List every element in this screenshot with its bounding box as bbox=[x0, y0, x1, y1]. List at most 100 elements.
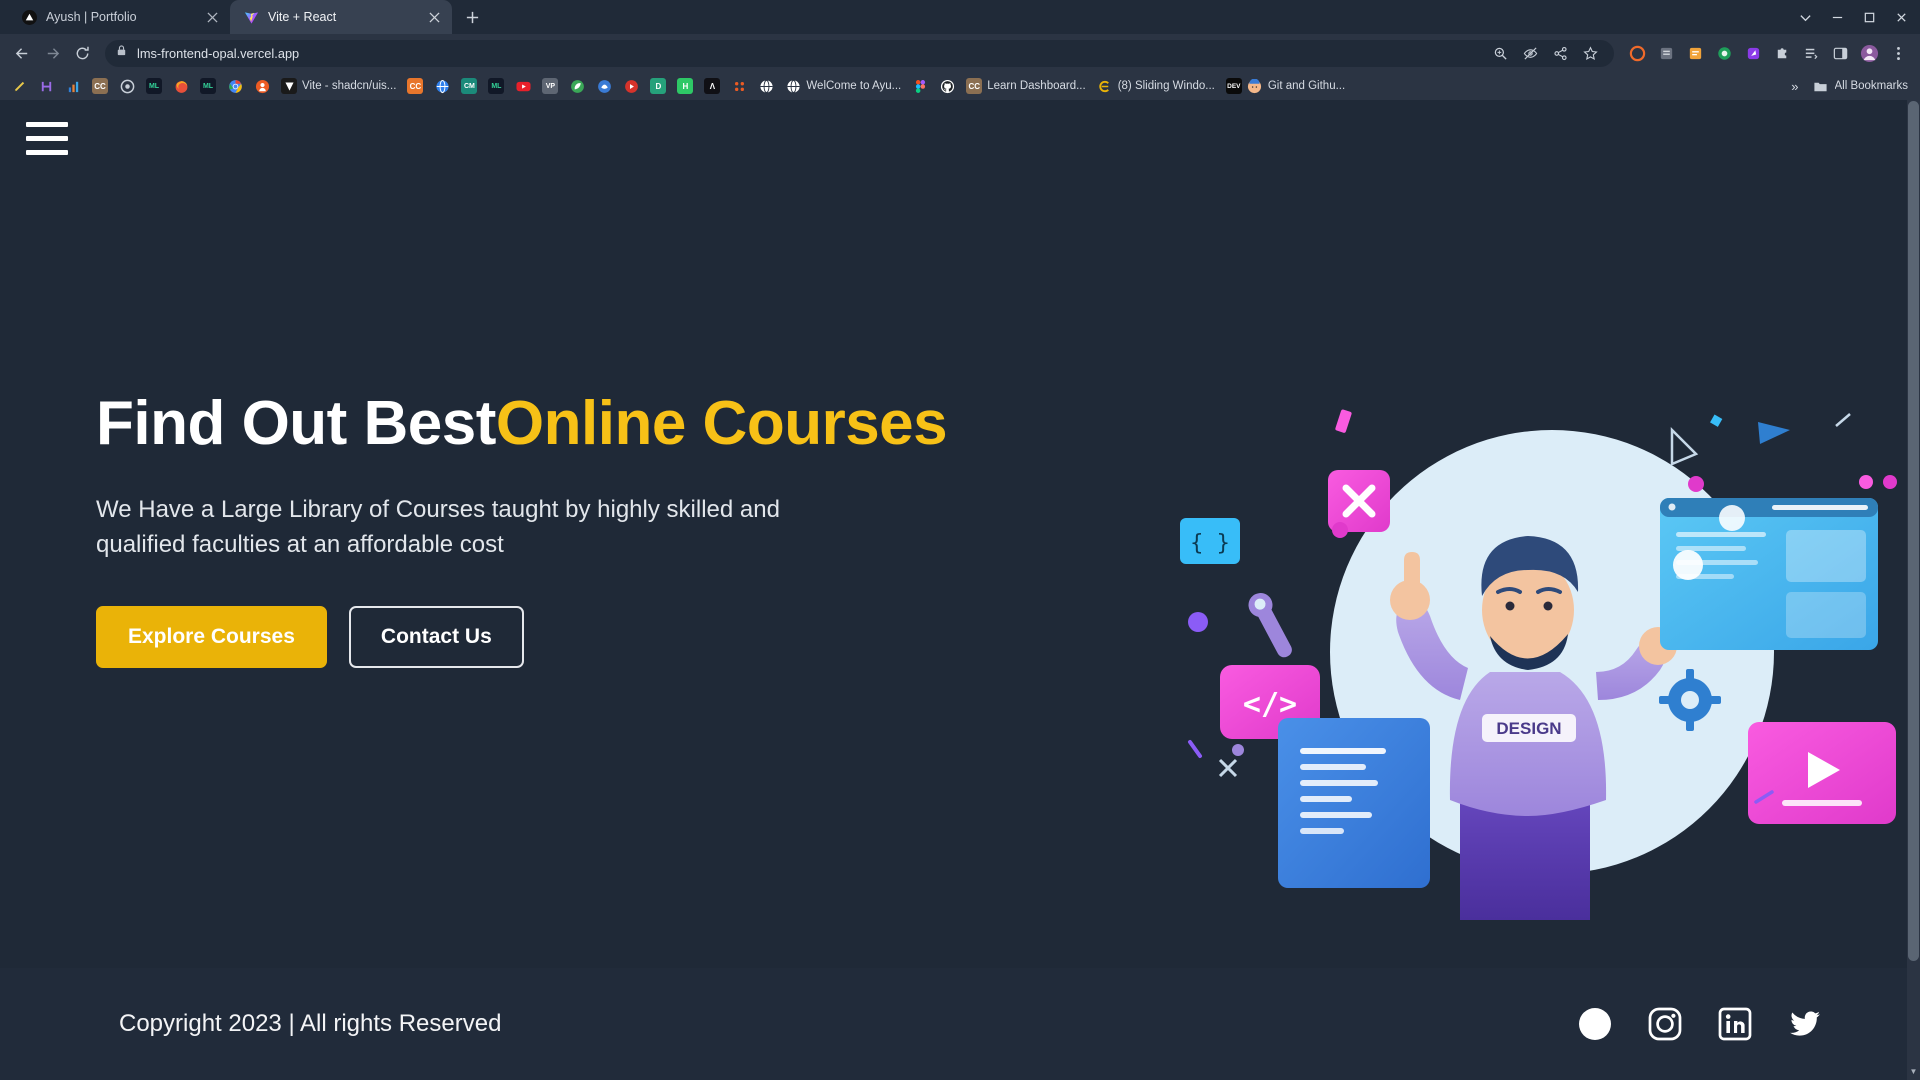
twitter-icon[interactable] bbox=[1786, 1005, 1824, 1043]
extension-puzzle-icon[interactable] bbox=[1768, 39, 1796, 67]
address-bar[interactable]: lms-frontend-opal.vercel.app bbox=[105, 39, 1614, 67]
bookmark-item[interactable] bbox=[222, 75, 248, 97]
extension-rocket-icon[interactable] bbox=[1739, 39, 1767, 67]
bookmark-item[interactable] bbox=[6, 75, 32, 97]
extension-yellow-note-icon[interactable] bbox=[1681, 39, 1709, 67]
bookmark-item[interactable] bbox=[934, 75, 960, 97]
url-text: lms-frontend-opal.vercel.app bbox=[137, 45, 300, 61]
bookmark-item[interactable] bbox=[591, 75, 617, 97]
new-tab-button[interactable] bbox=[458, 3, 486, 31]
blue-swirl-icon bbox=[596, 78, 612, 94]
angular-dark-icon: Λ bbox=[704, 78, 721, 94]
extension-orange-ring-icon[interactable] bbox=[1623, 39, 1651, 67]
back-button[interactable] bbox=[8, 39, 36, 67]
tab-title: Ayush | Portfolio bbox=[46, 10, 137, 24]
maximize-button[interactable] bbox=[1854, 4, 1884, 30]
bookmark-item[interactable] bbox=[618, 75, 644, 97]
close-window-button[interactable] bbox=[1886, 4, 1916, 30]
pen-icon bbox=[11, 78, 27, 94]
bars-icon bbox=[65, 78, 81, 94]
tab-vite-react[interactable]: Vite + React bbox=[230, 0, 452, 34]
bookmark-item[interactable]: H bbox=[672, 75, 698, 97]
scrollbar-thumb[interactable] bbox=[1908, 101, 1919, 961]
bookmark-item[interactable]: Λ bbox=[699, 75, 725, 97]
svg-text:DESIGN: DESIGN bbox=[1496, 719, 1561, 738]
gray-circle-icon bbox=[119, 78, 135, 94]
lock-icon bbox=[115, 44, 128, 62]
tab-search-icon[interactable] bbox=[1790, 4, 1820, 30]
bookmark-item[interactable]: VP bbox=[537, 75, 563, 97]
tab-strip: Ayush | Portfolio Vite + React bbox=[0, 0, 1920, 34]
hero-actions: Explore Courses Contact Us bbox=[96, 606, 998, 669]
folder-icon bbox=[1813, 78, 1829, 94]
browser-window: Ayush | Portfolio Vite + React lms-front… bbox=[0, 0, 1920, 1080]
bookmark-item-git-github[interactable]: DEV Git and Githu... bbox=[1221, 75, 1350, 97]
bookmark-item[interactable] bbox=[168, 75, 194, 97]
extension-list-icon[interactable] bbox=[1797, 39, 1825, 67]
reload-button[interactable] bbox=[68, 39, 96, 67]
bookmark-item[interactable] bbox=[726, 75, 752, 97]
bookmark-item[interactable] bbox=[60, 75, 86, 97]
instagram-icon[interactable] bbox=[1646, 1005, 1684, 1043]
bookmark-item[interactable] bbox=[907, 75, 933, 97]
figma2-icon bbox=[912, 78, 928, 94]
developer-hero-illustration: { } </> DESIGN bbox=[1160, 400, 1900, 970]
scroll-down-arrow-icon[interactable]: ▼ bbox=[1907, 1065, 1920, 1078]
bookmark-item[interactable]: ML bbox=[141, 75, 167, 97]
bookmark-item[interactable] bbox=[429, 75, 455, 97]
navigation-toolbar: lms-frontend-opal.vercel.app bbox=[0, 34, 1920, 72]
extension-gray-icon[interactable] bbox=[1652, 39, 1680, 67]
firefox-icon bbox=[173, 78, 189, 94]
bookmark-item[interactable]: D bbox=[645, 75, 671, 97]
linkedin-icon[interactable] bbox=[1716, 1005, 1754, 1043]
bookmark-item[interactable] bbox=[33, 75, 59, 97]
svg-text:</>: </> bbox=[1243, 687, 1297, 722]
eye-slash-icon[interactable] bbox=[1516, 39, 1544, 67]
omnibox-actions bbox=[1486, 39, 1604, 67]
d-green-icon: D bbox=[650, 78, 667, 94]
bookmark-item-welcome-ayush[interactable]: WelCome to Ayu... bbox=[780, 75, 906, 97]
side-panel-icon[interactable] bbox=[1826, 39, 1854, 67]
bookmark-label: Git and Githu... bbox=[1267, 80, 1346, 92]
close-icon[interactable] bbox=[426, 9, 442, 25]
bookmark-item[interactable] bbox=[564, 75, 590, 97]
bookmark-item[interactable] bbox=[753, 75, 779, 97]
cc-brown-icon: CC bbox=[92, 78, 108, 94]
explore-courses-button[interactable]: Explore Courses bbox=[96, 606, 327, 669]
page-scrollbar[interactable]: ▲ ▼ bbox=[1907, 100, 1920, 1080]
bookmark-label: Vite - shadcn/uis... bbox=[302, 80, 397, 92]
vp-gray-icon: VP bbox=[542, 78, 559, 94]
bookmark-item-sliding-window[interactable]: (8) Sliding Windo... bbox=[1092, 75, 1220, 97]
cm-teal-icon: CM bbox=[461, 78, 478, 94]
share-icon[interactable] bbox=[1546, 39, 1574, 67]
minimize-button[interactable] bbox=[1822, 4, 1852, 30]
bookmark-item[interactable]: ML bbox=[195, 75, 221, 97]
extension-green-shield-icon[interactable] bbox=[1710, 39, 1738, 67]
yellow-c-icon bbox=[1097, 78, 1113, 94]
bookmark-item[interactable]: CC bbox=[87, 75, 113, 97]
bookmark-item-vite-shadcn[interactable]: Vite - shadcn/uis... bbox=[276, 75, 401, 97]
profile-avatar-icon[interactable] bbox=[1855, 39, 1883, 67]
bookmark-label: WelCome to Ayu... bbox=[806, 80, 902, 92]
bookmark-item[interactable] bbox=[249, 75, 275, 97]
gray-dot-icon bbox=[731, 78, 747, 94]
facebook-icon[interactable] bbox=[1576, 1005, 1614, 1043]
bookmark-item[interactable]: CM bbox=[456, 75, 482, 97]
copyright-text: Copyright 2023 | All rights Reserved bbox=[119, 1010, 502, 1037]
bookmark-item[interactable]: CC bbox=[402, 75, 428, 97]
three-dot-menu-icon[interactable] bbox=[1884, 39, 1912, 67]
bookmarks-overflow-button[interactable]: » bbox=[1784, 79, 1805, 94]
bookmark-item[interactable] bbox=[114, 75, 140, 97]
forward-button[interactable] bbox=[38, 39, 66, 67]
chrome-icon bbox=[227, 78, 243, 94]
bookmark-item-learn-dashboard[interactable]: CC Learn Dashboard... bbox=[961, 75, 1090, 97]
bookmark-item[interactable] bbox=[510, 75, 536, 97]
close-icon[interactable] bbox=[204, 9, 220, 25]
tab-ayush-portfolio[interactable]: Ayush | Portfolio bbox=[8, 0, 230, 34]
cc-orange-icon: CC bbox=[407, 78, 424, 94]
zoom-magnifier-icon[interactable] bbox=[1486, 39, 1514, 67]
all-bookmarks-button[interactable]: All Bookmarks bbox=[1807, 75, 1915, 97]
contact-us-button[interactable]: Contact Us bbox=[348, 606, 524, 669]
bookmark-item[interactable]: ML bbox=[483, 75, 509, 97]
star-icon[interactable] bbox=[1576, 39, 1604, 67]
